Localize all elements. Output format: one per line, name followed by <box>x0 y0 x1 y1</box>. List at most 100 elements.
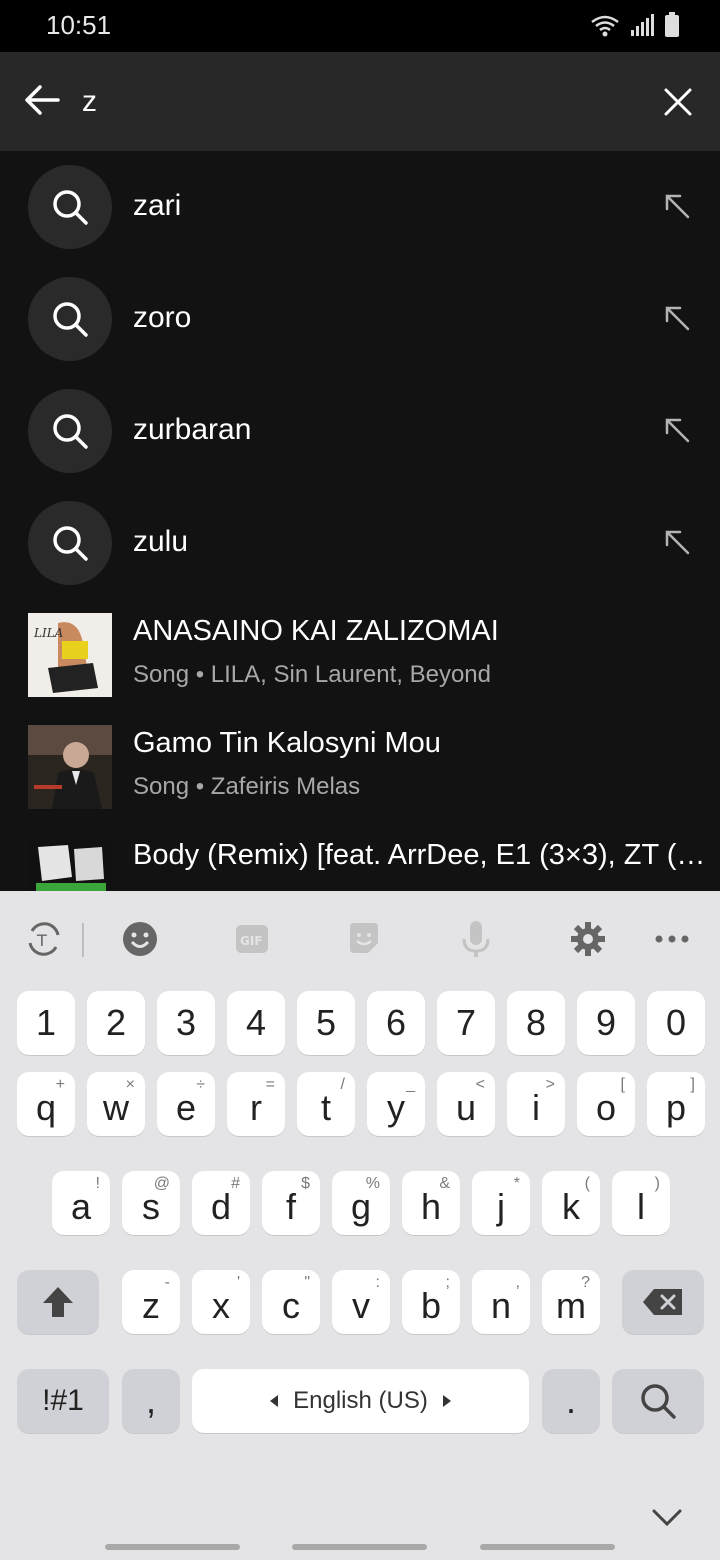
caret-left-icon <box>270 1395 279 1407</box>
key-8[interactable]: 8 <box>507 991 565 1055</box>
key-m[interactable]: ? m <box>542 1270 600 1334</box>
key-t[interactable]: / t <box>297 1072 355 1136</box>
key-v[interactable]: :v <box>332 1270 390 1334</box>
status-time: 10:51 <box>46 10 112 40</box>
svg-text:T: T <box>36 931 47 950</box>
key-s[interactable]: @ s <box>122 1171 180 1235</box>
keyboard-toolbar: T GIF <box>0 891 720 987</box>
svg-text:LILA: LILA <box>33 626 64 640</box>
key-g[interactable]: % g <box>332 1171 390 1235</box>
more-options-icon[interactable] <box>652 919 692 959</box>
suggestion-label: zari <box>133 189 182 222</box>
album-art: LILA <box>28 613 112 697</box>
key-k[interactable]: (k <box>542 1171 600 1235</box>
space-key[interactable]: English (US) <box>192 1369 529 1433</box>
key-y[interactable]: _ y <box>367 1072 425 1136</box>
song-title: Gamo Tin Kalosyni Mou <box>133 727 441 759</box>
key-d[interactable]: # d <box>192 1171 250 1235</box>
backspace-icon <box>643 1289 682 1315</box>
nav-handle <box>480 1544 615 1550</box>
key-w[interactable]: × w <box>87 1072 145 1136</box>
suggestion-label: zurbaran <box>133 413 252 446</box>
wifi-icon <box>591 15 619 37</box>
fill-query-arrow-icon[interactable] <box>662 527 692 557</box>
key-a[interactable]: ! a <box>52 1171 110 1235</box>
key-3[interactable]: 3 <box>157 991 215 1055</box>
clear-icon[interactable] <box>660 84 696 120</box>
suggestion-item[interactable]: zari <box>0 151 720 263</box>
search-input[interactable] <box>82 76 622 128</box>
search-icon <box>28 277 112 361</box>
key-f[interactable]: $ f <box>262 1171 320 1235</box>
suggestion-item[interactable]: zulu <box>0 487 720 599</box>
key-o[interactable]: [o <box>577 1072 635 1136</box>
search-header <box>0 52 720 151</box>
keyboard: T GIF 1 2 3 4 5 6 7 8 9 0 + q × w ÷ e = r / t… <box>0 891 720 1560</box>
key-c[interactable]: " c <box>262 1270 320 1334</box>
shift-arrow-icon <box>43 1287 73 1317</box>
search-key[interactable] <box>612 1369 704 1433</box>
key-b[interactable]: ; b <box>402 1270 460 1334</box>
status-icons <box>590 12 680 38</box>
suggestion-item[interactable]: zurbaran <box>0 375 720 487</box>
toolbar-divider <box>82 923 84 957</box>
nav-handle <box>292 1544 427 1550</box>
key-5[interactable]: 5 <box>297 991 355 1055</box>
song-item[interactable]: LILA ANASAINO KAI ZALIZOMAI Song • LILA,… <box>0 599 720 711</box>
song-item[interactable]: Body (Remix) [feat. ArrDee, E1 (3×3), ZT… <box>0 823 720 891</box>
song-title: Body (Remix) [feat. ArrDee, E1 (3×3), ZT… <box>133 839 706 871</box>
key-p[interactable]: ] p <box>647 1072 705 1136</box>
suggestion-label: zulu <box>133 525 189 558</box>
key-i[interactable]: > i <box>507 1072 565 1136</box>
back-arrow-icon[interactable] <box>22 80 62 120</box>
song-title: ANASAINO KAI ZALIZOMAI <box>133 615 499 647</box>
key-7[interactable]: 7 <box>437 991 495 1055</box>
suggestion-item[interactable]: zoro <box>0 263 720 375</box>
key-r[interactable]: = r <box>227 1072 285 1136</box>
symbols-key[interactable]: !#1 <box>17 1369 109 1433</box>
search-results: zari zoro zurbaran zulu LILA ANASAINO KA… <box>0 151 720 891</box>
key-9[interactable]: 9 <box>577 991 635 1055</box>
fill-query-arrow-icon[interactable] <box>662 191 692 221</box>
text-translate-icon[interactable]: T <box>24 919 64 959</box>
hide-keyboard-chevron-icon[interactable] <box>652 1509 682 1527</box>
song-item[interactable]: Gamo Tin Kalosyni Mou Song • Zafeiris Me… <box>0 711 720 823</box>
fill-query-arrow-icon[interactable] <box>662 415 692 445</box>
suggestion-label: zoro <box>133 301 192 334</box>
key-h[interactable]: & h <box>402 1171 460 1235</box>
sticker-icon[interactable] <box>344 919 384 959</box>
key-4[interactable]: 4 <box>227 991 285 1055</box>
song-subtitle: Song • Zafeiris Melas <box>133 773 361 800</box>
key-x[interactable]: ' x <box>192 1270 250 1334</box>
caret-right-icon <box>442 1395 451 1407</box>
key-0[interactable]: 0 <box>647 991 705 1055</box>
search-icon <box>641 1384 676 1419</box>
key-l[interactable]: ) l <box>612 1171 670 1235</box>
key-n[interactable]: ,n <box>472 1270 530 1334</box>
key-q[interactable]: + q <box>17 1072 75 1136</box>
key-z[interactable]: -z <box>122 1270 180 1334</box>
key-j[interactable]: * j <box>472 1171 530 1235</box>
status-bar: 10:51 <box>0 0 720 52</box>
period-key[interactable]: . <box>542 1369 600 1433</box>
microphone-icon[interactable] <box>456 919 496 959</box>
key-1[interactable]: 1 <box>17 991 75 1055</box>
album-art <box>28 837 112 891</box>
nav-handle <box>105 1544 240 1550</box>
album-art <box>28 725 112 809</box>
battery-icon <box>665 12 679 37</box>
svg-text:GIF: GIF <box>240 934 263 948</box>
search-icon <box>28 165 112 249</box>
search-icon <box>28 389 112 473</box>
key-2[interactable]: 2 <box>87 991 145 1055</box>
key-6[interactable]: 6 <box>367 991 425 1055</box>
shift-key[interactable] <box>17 1270 99 1334</box>
fill-query-arrow-icon[interactable] <box>662 303 692 333</box>
gif-icon[interactable]: GIF <box>232 919 272 959</box>
key-u[interactable]: < u <box>437 1072 495 1136</box>
settings-gear-icon[interactable] <box>568 919 608 959</box>
emoji-icon[interactable] <box>120 919 160 959</box>
comma-key[interactable]: , <box>122 1369 180 1433</box>
backspace-key[interactable] <box>622 1270 704 1334</box>
key-e[interactable]: ÷ e <box>157 1072 215 1136</box>
